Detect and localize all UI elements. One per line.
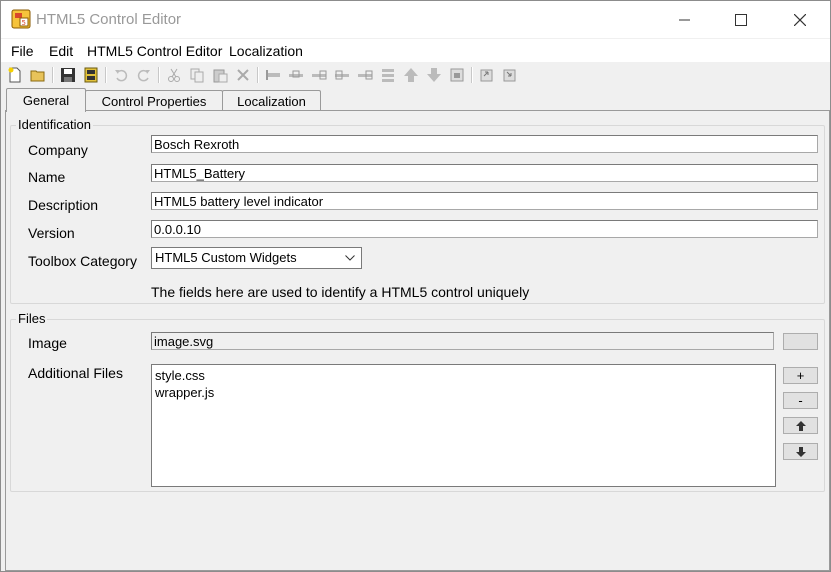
arrow-up-icon xyxy=(795,420,806,431)
description-label: Description xyxy=(28,197,99,213)
open-button[interactable] xyxy=(29,66,47,84)
cut-icon xyxy=(168,68,180,82)
arrow-down-icon xyxy=(795,446,806,457)
toolbar-separator xyxy=(471,67,473,83)
open-icon xyxy=(30,70,45,82)
close-icon xyxy=(794,13,806,26)
align-center-button[interactable] xyxy=(287,66,305,84)
toolbox-category-label: Toolbox Category xyxy=(28,253,137,269)
undo-icon xyxy=(115,69,128,82)
align-middle-icon xyxy=(358,70,373,80)
new-icon xyxy=(8,67,21,83)
app-icon: 5 xyxy=(11,9,31,29)
toolbar-separator xyxy=(158,67,160,83)
properties-button[interactable] xyxy=(448,66,466,84)
move-file-down-button[interactable] xyxy=(783,443,818,460)
redo-icon xyxy=(137,69,150,82)
toolbar-separator xyxy=(52,67,54,83)
export-icon xyxy=(503,69,516,82)
image-field: image.svg xyxy=(151,332,774,350)
title-bar: 5 HTML5 Control Editor xyxy=(1,1,830,38)
export-button[interactable] xyxy=(501,66,519,84)
properties-icon xyxy=(450,68,464,82)
align-right-button[interactable] xyxy=(310,66,328,84)
save-all-icon xyxy=(84,67,98,83)
remove-file-button[interactable]: - xyxy=(783,392,818,409)
align-center-icon xyxy=(289,70,303,78)
align-bottom-button[interactable] xyxy=(379,66,397,84)
align-top-button[interactable] xyxy=(333,66,351,84)
toolbox-category-value: HTML5 Custom Widgets xyxy=(155,250,297,265)
new-button[interactable] xyxy=(6,66,24,84)
copy-icon xyxy=(190,68,204,83)
toolbar-separator xyxy=(257,67,259,83)
tab-control-properties[interactable]: Control Properties xyxy=(85,90,223,111)
menu-edit[interactable]: Edit xyxy=(49,43,73,59)
toolbar xyxy=(1,63,830,87)
toolbox-category-select[interactable]: HTML5 Custom Widgets xyxy=(151,247,362,269)
description-field[interactable]: HTML5 battery level indicator xyxy=(151,192,818,210)
maximize-icon xyxy=(735,13,747,26)
delete-button[interactable] xyxy=(234,66,252,84)
application-window: 5 HTML5 Control Editor File Edit HTML5 C… xyxy=(0,0,831,572)
undo-button[interactable] xyxy=(112,66,130,84)
browse-image-button[interactable] xyxy=(783,333,818,350)
toolbar-separator xyxy=(105,67,107,83)
close-button[interactable] xyxy=(777,1,823,38)
additional-files-list[interactable]: style.css wrapper.js xyxy=(151,364,776,487)
menu-file[interactable]: File xyxy=(11,43,34,59)
minimize-icon xyxy=(679,19,690,20)
copy-button[interactable] xyxy=(188,66,206,84)
save-icon xyxy=(61,68,75,82)
additional-files-label: Additional Files xyxy=(28,365,123,381)
move-down-icon xyxy=(427,68,441,82)
save-button[interactable] xyxy=(59,66,77,84)
minimize-button[interactable] xyxy=(662,1,708,38)
version-label: Version xyxy=(28,225,75,241)
menu-bar: File Edit HTML5 Control Editor Localizat… xyxy=(1,39,830,62)
svg-text:5: 5 xyxy=(22,19,26,27)
save-all-button[interactable] xyxy=(82,66,100,84)
window-title: HTML5 Control Editor xyxy=(36,11,182,28)
identification-legend: Identification xyxy=(16,117,93,132)
paste-button[interactable] xyxy=(211,66,229,84)
move-up-icon xyxy=(404,68,418,82)
files-legend: Files xyxy=(16,311,48,326)
company-field[interactable]: Bosch Rexroth xyxy=(151,135,818,153)
cut-button[interactable] xyxy=(165,66,183,84)
align-right-icon xyxy=(312,70,327,80)
chevron-down-icon xyxy=(345,255,355,261)
menu-html5-control-editor[interactable]: HTML5 Control Editor xyxy=(87,43,222,59)
list-item[interactable]: style.css xyxy=(155,367,772,384)
general-tab-panel: Identification Company Bosch Rexroth Nam… xyxy=(5,110,830,571)
maximize-button[interactable] xyxy=(718,1,764,38)
paste-icon xyxy=(213,69,228,83)
move-down-button[interactable] xyxy=(425,66,443,84)
company-label: Company xyxy=(28,142,88,158)
tab-localization[interactable]: Localization xyxy=(222,90,321,111)
add-file-button[interactable]: + xyxy=(783,367,818,384)
list-item[interactable]: wrapper.js xyxy=(155,384,772,401)
import-icon xyxy=(480,69,493,82)
align-left-icon xyxy=(266,70,280,80)
menu-localization[interactable]: Localization xyxy=(229,43,303,59)
move-up-button[interactable] xyxy=(402,66,420,84)
redo-button[interactable] xyxy=(135,66,153,84)
align-left-button[interactable] xyxy=(264,66,282,84)
move-file-up-button[interactable] xyxy=(783,417,818,434)
name-field[interactable]: HTML5_Battery xyxy=(151,164,818,182)
identification-hint: The fields here are used to identify a H… xyxy=(151,284,530,300)
align-bottom-icon xyxy=(382,69,394,82)
import-button[interactable] xyxy=(478,66,496,84)
name-label: Name xyxy=(28,169,66,185)
tab-general[interactable]: General xyxy=(6,88,86,112)
version-field[interactable]: 0.0.0.10 xyxy=(151,220,818,238)
align-middle-button[interactable] xyxy=(356,66,374,84)
align-top-icon xyxy=(335,70,349,80)
image-label: Image xyxy=(28,335,67,351)
delete-icon xyxy=(237,69,249,81)
